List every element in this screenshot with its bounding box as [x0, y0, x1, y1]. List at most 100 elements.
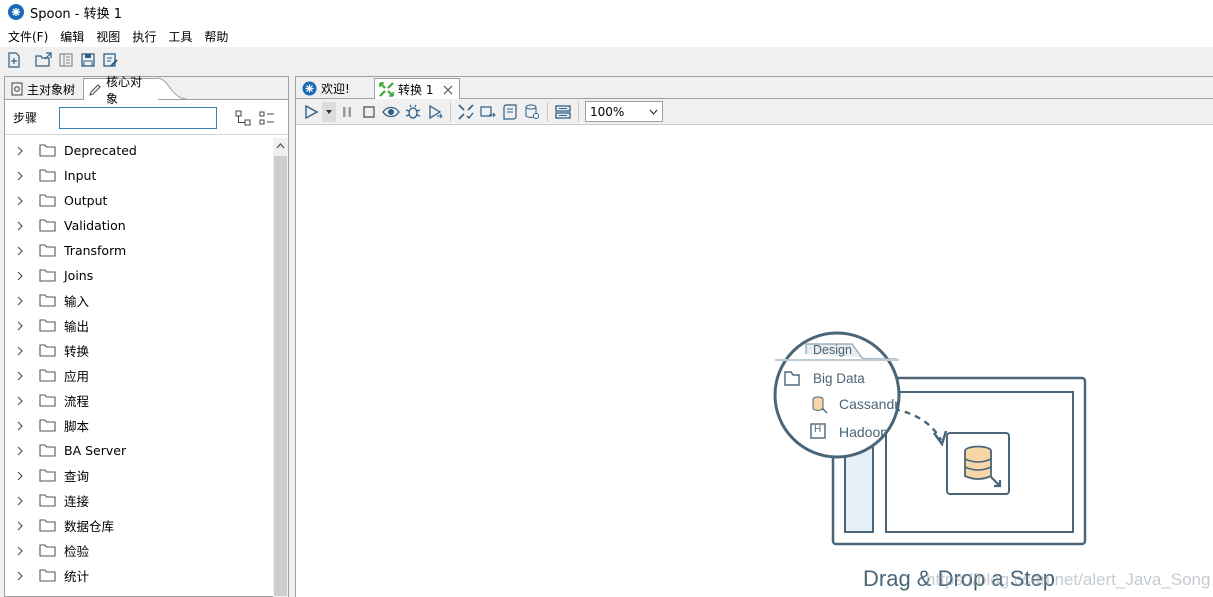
- tree-folder-statistics[interactable]: 统计: [5, 563, 273, 588]
- tree-item-label: 应用: [64, 369, 90, 384]
- repository-icon: [59, 53, 73, 67]
- tree-folder-validation-cn[interactable]: 检验: [5, 538, 273, 563]
- tree-folder-validation[interactable]: Validation: [5, 213, 273, 238]
- tree-folder-joins[interactable]: Joins: [5, 263, 273, 288]
- new-file-button[interactable]: [4, 50, 24, 70]
- stop-button[interactable]: [358, 102, 380, 122]
- tree-folder-deprecated[interactable]: Deprecated: [5, 138, 273, 163]
- chevron-right-icon[interactable]: [15, 271, 25, 281]
- menu-file[interactable]: 文件(F): [2, 28, 54, 45]
- pause-button[interactable]: [336, 102, 358, 122]
- folder-icon: [39, 294, 56, 307]
- tab-label: 主对象树: [27, 82, 76, 97]
- tree-item-label: Input: [64, 168, 97, 183]
- tree-scrollbar[interactable]: [273, 138, 288, 597]
- chevron-right-icon[interactable]: [15, 546, 25, 556]
- chevron-right-icon[interactable]: [15, 246, 25, 256]
- folder-icon: [39, 469, 56, 482]
- chevron-right-icon[interactable]: [15, 296, 25, 306]
- chevron-right-icon[interactable]: [15, 171, 25, 181]
- bug-icon: [405, 104, 421, 119]
- tab-core-objects[interactable]: 核心对象: [83, 75, 159, 106]
- chevron-right-icon[interactable]: [15, 221, 25, 231]
- tree-folder-transform[interactable]: Transform: [5, 238, 273, 263]
- debug-button[interactable]: [402, 102, 424, 122]
- tab-label: 转换 1: [398, 83, 434, 97]
- collapse-all-button[interactable]: [235, 110, 251, 126]
- folder-icon: [39, 269, 56, 282]
- chevron-right-icon[interactable]: [15, 446, 25, 456]
- verify-button[interactable]: [455, 102, 477, 122]
- scrollbar-thumb[interactable]: [274, 156, 287, 596]
- tree-folder-transform-cn[interactable]: 转换: [5, 338, 273, 363]
- impact-analysis-button[interactable]: [477, 102, 499, 122]
- expand-all-button[interactable]: [259, 110, 275, 126]
- tree-folder-flow[interactable]: 流程: [5, 388, 273, 413]
- tree-folder-output[interactable]: Output: [5, 188, 273, 213]
- chevron-right-icon[interactable]: [15, 521, 25, 531]
- chevron-right-icon[interactable]: [15, 471, 25, 481]
- show-results-button[interactable]: [552, 102, 574, 122]
- chevron-right-icon[interactable]: [15, 496, 25, 506]
- transformation-canvas[interactable]: Design Big Data H Cassandra Hadoop Drag …: [296, 126, 1213, 597]
- tree-item-label: 流程: [64, 394, 90, 409]
- spoon-app-icon: [8, 4, 24, 20]
- tab-transformation-1[interactable]: 转换 1: [374, 78, 461, 100]
- tree-item-label: 数据仓库: [64, 519, 115, 534]
- chevron-right-icon[interactable]: [15, 346, 25, 356]
- chevron-up-icon[interactable]: [275, 140, 286, 151]
- chevron-right-icon[interactable]: [15, 371, 25, 381]
- zoom-select[interactable]: 100%: [585, 101, 663, 122]
- tab-welcome[interactable]: 欢迎!: [298, 78, 356, 99]
- preview-button[interactable]: [380, 102, 402, 122]
- tree-folder-input-cn[interactable]: 输入: [5, 288, 273, 313]
- sql-button[interactable]: [499, 102, 521, 122]
- editor-tabs: 欢迎! 转换 1: [296, 77, 1213, 100]
- save-button[interactable]: [78, 50, 98, 70]
- run-options-dropdown[interactable]: [322, 101, 336, 122]
- verify-icon: [458, 103, 474, 120]
- window-title: Spoon - 转换 1: [30, 6, 123, 22]
- tree-item-label: 输入: [64, 294, 90, 309]
- chevron-right-icon[interactable]: [15, 146, 25, 156]
- toolbar-separator: [547, 101, 548, 122]
- folder-icon: [39, 169, 56, 182]
- run-button[interactable]: [300, 102, 322, 122]
- save-as-button[interactable]: [100, 50, 120, 70]
- tree-folder-input[interactable]: Input: [5, 163, 273, 188]
- chevron-right-icon[interactable]: [15, 396, 25, 406]
- spoon-icon: [302, 81, 317, 96]
- close-icon[interactable]: [443, 85, 453, 95]
- explore-repository-button[interactable]: [56, 50, 76, 70]
- tab-main-object-tree[interactable]: 主对象树: [7, 78, 81, 100]
- menu-view[interactable]: 视图: [90, 28, 126, 45]
- save-as-icon: [103, 53, 118, 67]
- folder-icon: [39, 344, 56, 357]
- tree-item-label: Output: [64, 193, 108, 208]
- tree-folder-application[interactable]: 应用: [5, 363, 273, 388]
- chevron-down-icon: [649, 109, 658, 115]
- tree-item-label: BA Server: [64, 443, 127, 458]
- tree-folder-lookup[interactable]: 查询: [5, 463, 273, 488]
- folder-icon: [39, 219, 56, 232]
- tree-folder-output-cn[interactable]: 输出: [5, 313, 273, 338]
- tree-folder-joins-cn[interactable]: 连接: [5, 488, 273, 513]
- chevron-right-icon[interactable]: [15, 421, 25, 431]
- tree-folder-ba-server[interactable]: BA Server: [5, 438, 273, 463]
- tree-folder-scripting[interactable]: 脚本: [5, 413, 273, 438]
- chevron-right-icon[interactable]: [15, 321, 25, 331]
- open-button[interactable]: [34, 50, 54, 70]
- menu-run[interactable]: 执行: [126, 28, 162, 45]
- chevron-right-icon[interactable]: [15, 196, 25, 206]
- tree-item-label: 查询: [64, 469, 90, 484]
- left-panel: 主对象树 核心对象 步骤 Deprecated Input Output Val…: [4, 75, 289, 597]
- menu-tools[interactable]: 工具: [162, 28, 198, 45]
- replay-button[interactable]: [424, 102, 446, 122]
- menu-help[interactable]: 帮助: [198, 28, 234, 45]
- menu-edit[interactable]: 编辑: [54, 28, 90, 45]
- steps-search-input[interactable]: [59, 106, 217, 129]
- tree-folder-data-warehouse[interactable]: 数据仓库: [5, 513, 273, 538]
- explore-database-button[interactable]: [521, 102, 543, 122]
- open-folder-icon: [35, 52, 52, 67]
- chevron-right-icon[interactable]: [15, 571, 25, 581]
